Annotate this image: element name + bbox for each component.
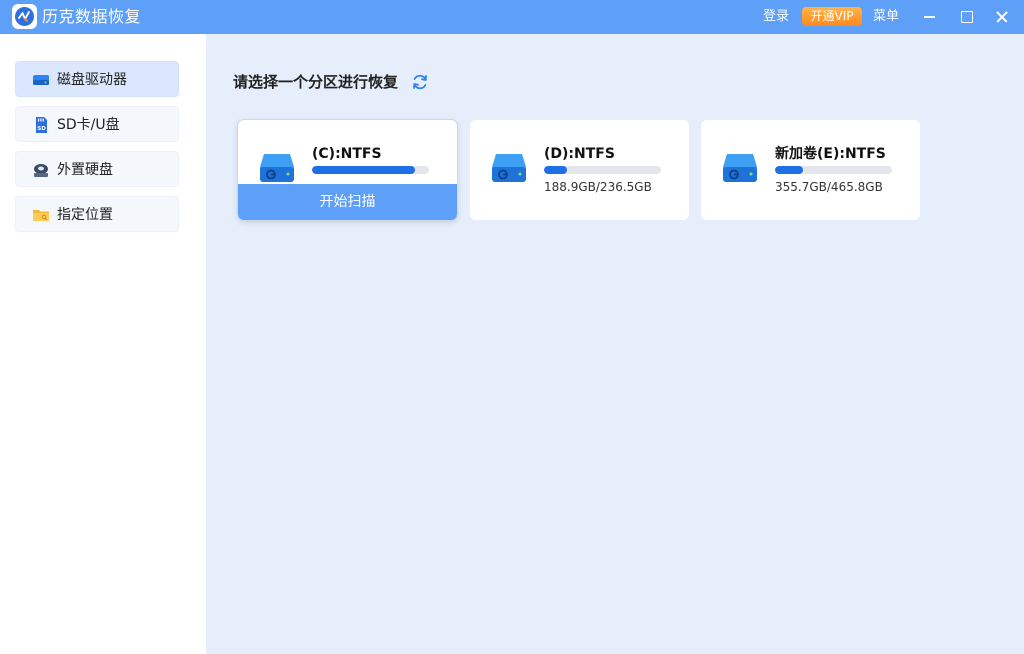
partition-card-e[interactable]: 新加卷(E):NTFS 355.7GB/465.8GB [701, 120, 920, 220]
start-scan-button[interactable]: 开始扫描 [238, 184, 457, 220]
external-drive-icon [34, 164, 48, 177]
partition-size: 188.9GB/236.5GB [544, 180, 652, 194]
sd-card-icon: SD [36, 117, 47, 133]
hard-drive-icon [723, 154, 757, 182]
sidebar: 磁盘驱动器 SD SD卡/U盘 外置硬盘 指定位置 [0, 34, 206, 654]
sidebar-item-external-drive[interactable]: 外置硬盘 [15, 151, 179, 187]
sidebar-item-label: SD卡/U盘 [57, 117, 120, 133]
partition-card-c[interactable]: (C):NTFS 开始扫描 [238, 120, 457, 220]
sidebar-item-label: 外置硬盘 [57, 162, 113, 178]
vip-button[interactable]: 开通VIP [802, 7, 862, 26]
hard-drive-icon [33, 75, 49, 85]
app-title: 历克数据恢复 [42, 7, 142, 26]
minimize-icon[interactable] [918, 5, 942, 29]
sidebar-item-label: 指定位置 [57, 207, 113, 223]
menu-button[interactable]: 菜单 [873, 8, 899, 25]
login-button[interactable]: 登录 [763, 8, 789, 25]
title-bar: 历克数据恢复 登录 开通VIP 菜单 [0, 0, 1024, 34]
app-logo-icon [12, 4, 37, 29]
usage-bar [775, 166, 892, 174]
folder-icon [33, 210, 49, 221]
sidebar-item-label: 磁盘驱动器 [57, 72, 127, 88]
maximize-icon[interactable] [954, 5, 978, 29]
hard-drive-icon [492, 154, 526, 182]
sidebar-item-disk-drives[interactable]: 磁盘驱动器 [15, 61, 179, 97]
partition-name: (D):NTFS [544, 146, 615, 162]
refresh-icon[interactable] [410, 72, 430, 92]
page-title: 请选择一个分区进行恢复 [233, 73, 399, 91]
usage-bar [544, 166, 661, 174]
partition-card-d[interactable]: (D):NTFS 188.9GB/236.5GB [470, 120, 689, 220]
partition-name: (C):NTFS [312, 146, 382, 162]
svg-text:SD: SD [37, 126, 46, 132]
sidebar-item-specified-location[interactable]: 指定位置 [15, 196, 179, 232]
partition-name: 新加卷(E):NTFS [775, 146, 886, 162]
close-icon[interactable] [990, 5, 1014, 29]
partition-size: 355.7GB/465.8GB [775, 180, 883, 194]
usage-bar [312, 166, 429, 174]
hard-drive-icon [260, 154, 294, 182]
sidebar-item-sd-card[interactable]: SD SD卡/U盘 [15, 106, 179, 142]
